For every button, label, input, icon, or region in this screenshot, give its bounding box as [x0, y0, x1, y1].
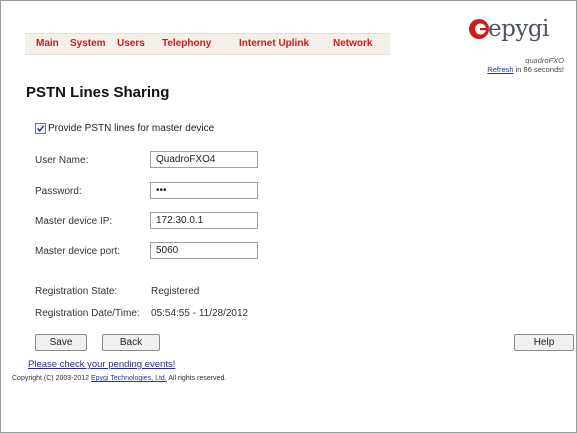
master-port-input[interactable]: 5060	[150, 242, 258, 259]
user-name-label: User Name:	[35, 155, 89, 166]
master-ip-input[interactable]: 172.30.0.1	[150, 212, 258, 229]
refresh-countdown: Refresh in 86 seconds!	[487, 65, 564, 74]
epygi-logo-text: epygi	[488, 16, 549, 42]
nav-item-main[interactable]: Main	[36, 38, 59, 49]
save-button[interactable]: Save	[35, 334, 87, 351]
copyright-notice: Copyright (C) 2003-2012 Epygi Technologi…	[12, 375, 226, 382]
back-button[interactable]: Back	[102, 334, 160, 351]
nav-item-users[interactable]: Users	[117, 38, 145, 49]
page-title: PSTN Lines Sharing	[26, 84, 170, 101]
master-port-label: Master device port:	[35, 246, 121, 257]
refresh-countdown-text: in 86 seconds!	[513, 65, 564, 74]
registration-datetime-value: 05:54:55 - 11/28/2012	[151, 308, 249, 319]
nav-item-network[interactable]: Network	[333, 38, 372, 49]
epygi-logo-icon	[469, 19, 489, 39]
copyright-prefix: Copyright (C) 2003-2012	[12, 375, 91, 382]
password-label: Password:	[35, 186, 82, 197]
company-link[interactable]: Epygi Technologies, Ltd.	[91, 375, 167, 382]
master-ip-label: Master device IP:	[35, 216, 113, 227]
nav-item-system[interactable]: System	[70, 38, 106, 49]
provide-pstn-checkbox[interactable]	[35, 123, 46, 134]
pending-events-link[interactable]: Please check your pending events!	[28, 359, 175, 370]
help-button[interactable]: Help	[514, 334, 574, 351]
registration-datetime-label: Registration Date/Time:	[35, 308, 140, 319]
product-name: quadroFXO	[525, 56, 564, 65]
refresh-link[interactable]: Refresh	[487, 65, 513, 74]
nav-item-telephony[interactable]: Telephony	[162, 38, 211, 49]
registration-state-label: Registration State:	[35, 286, 118, 297]
nav-item-internet-uplink[interactable]: Internet Uplink	[239, 38, 309, 49]
copyright-suffix: All rights reserved.	[166, 375, 227, 382]
password-input[interactable]: •••	[150, 182, 258, 199]
registration-state-value: Registered	[151, 286, 200, 297]
user-name-input[interactable]: QuadroFXO4	[150, 151, 258, 168]
provide-pstn-label: Provide PSTN lines for master device	[48, 123, 215, 134]
checkmark-icon	[36, 125, 45, 132]
